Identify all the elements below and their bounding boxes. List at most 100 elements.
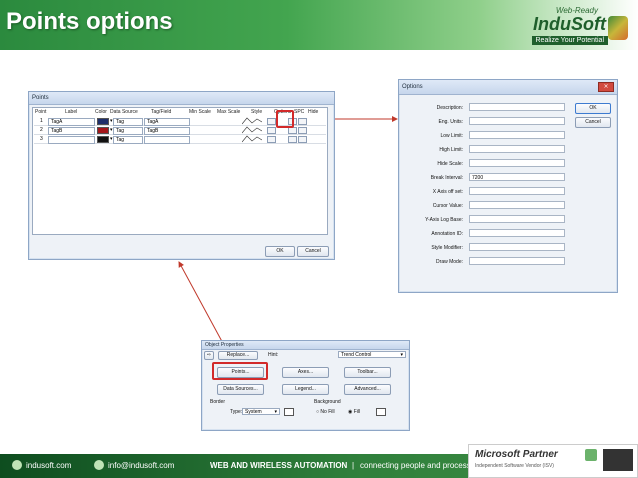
- col-data-source: Data Source: [110, 109, 138, 115]
- break-interval-field[interactable]: 7200: [469, 173, 565, 181]
- style-button[interactable]: [267, 118, 276, 125]
- source-value: Tag: [116, 137, 125, 143]
- object-type-value: Trend Control: [341, 352, 372, 358]
- points-ok-button[interactable]: OK: [265, 246, 295, 257]
- col-spc: SPC: [294, 109, 305, 115]
- border-group-label: Border: [210, 399, 226, 405]
- options-cancel-button[interactable]: Cancel: [575, 117, 611, 128]
- background-group-label: Background: [314, 399, 341, 405]
- legend-button[interactable]: Legend...: [282, 384, 329, 395]
- col-max-scale: Max Scale: [217, 109, 241, 115]
- border-color-swatch[interactable]: [284, 408, 294, 416]
- globe-icon: [12, 460, 22, 470]
- draw-mode-label: Draw Mode:: [436, 259, 463, 265]
- source-select[interactable]: Tag: [113, 136, 143, 144]
- no-fill-radio[interactable]: ○ No Fill: [316, 409, 335, 415]
- options-ok-button[interactable]: OK: [575, 103, 611, 114]
- hide-scale-field[interactable]: [469, 159, 565, 167]
- partner-sub: Independent Software Vendor (ISV): [475, 463, 554, 469]
- label-field[interactable]: [48, 136, 95, 144]
- x-axis-offset-field[interactable]: [469, 187, 565, 195]
- col-min-scale: Min Scale: [189, 109, 211, 115]
- options-button[interactable]: [288, 136, 297, 143]
- break-interval-label: Break Interval:: [430, 175, 463, 181]
- style-preview-icon[interactable]: [242, 117, 262, 125]
- fill-radio[interactable]: ◉ Fill: [348, 409, 360, 415]
- object-properties-window: Object Properties ⇨ Replace... Hint: Tre…: [201, 340, 410, 431]
- label-value: TagB: [51, 128, 63, 134]
- style-modifier-field[interactable]: [469, 243, 565, 251]
- col-tag-field: Tag/Field: [151, 109, 172, 115]
- replace-button[interactable]: Replace...: [218, 351, 258, 360]
- high-limit-label: High Limit:: [439, 147, 463, 153]
- points-button-highlight: [212, 362, 268, 380]
- cursor-value-label: Cursor Value:: [432, 203, 463, 209]
- tag-field-input[interactable]: TagA: [144, 118, 190, 126]
- annotation-id-field[interactable]: [469, 229, 565, 237]
- footer-tagline: WEB AND WIRELESS AUTOMATION: [210, 461, 348, 470]
- point-number: 3: [40, 136, 43, 142]
- tag-field-input[interactable]: [144, 136, 190, 144]
- partner-logo-icon: [585, 449, 597, 461]
- col-hide: Hide: [308, 109, 319, 115]
- tag-field-input[interactable]: TagB: [144, 127, 190, 135]
- slide-header: Points options Web-Ready InduSoft Realiz…: [0, 0, 638, 50]
- tag-field-value: TagB: [147, 128, 159, 134]
- spc-button[interactable]: [298, 118, 307, 125]
- table-row[interactable]: 3 ▾ Tag: [34, 135, 326, 144]
- label-value: TagA: [51, 119, 63, 125]
- label-field[interactable]: TagA: [48, 118, 95, 126]
- options-window: Options × Description: Eng. Units: Low L…: [398, 79, 618, 293]
- tag-field-value: [145, 137, 147, 143]
- source-select[interactable]: Tag: [113, 118, 143, 126]
- description-field[interactable]: [469, 103, 565, 111]
- spc-button[interactable]: [298, 127, 307, 134]
- points-window-title: Points: [29, 92, 334, 105]
- color-swatch[interactable]: [97, 127, 109, 134]
- style-button[interactable]: [267, 136, 276, 143]
- color-swatch[interactable]: [97, 118, 109, 125]
- style-preview-icon[interactable]: [242, 135, 262, 143]
- logo-slogan: Realize Your Potential: [531, 36, 608, 45]
- hint-label: Hint:: [268, 352, 279, 358]
- object-type-select[interactable]: Trend Control ▾: [338, 351, 406, 358]
- draw-mode-field[interactable]: [469, 257, 565, 265]
- eng-units-label: Eng. Units:: [438, 119, 463, 125]
- label-value: [49, 137, 51, 143]
- chevron-down-icon: ▾: [400, 352, 403, 358]
- spc-button[interactable]: [298, 136, 307, 143]
- advanced-button[interactable]: Advanced...: [344, 384, 391, 395]
- label-field[interactable]: TagB: [48, 127, 95, 135]
- border-type-label: Type:: [230, 409, 243, 415]
- source-select[interactable]: Tag: [113, 127, 143, 135]
- eng-units-field[interactable]: [469, 117, 565, 125]
- tag-field-value: TagA: [147, 119, 159, 125]
- source-value: Tag: [116, 128, 125, 134]
- points-cancel-button[interactable]: Cancel: [297, 246, 329, 257]
- low-limit-field[interactable]: [469, 131, 565, 139]
- footer-email: info@indusoft.com: [108, 461, 175, 470]
- style-preview-icon[interactable]: [242, 126, 262, 134]
- axes-button[interactable]: Axes...: [282, 367, 329, 378]
- background-color-swatch[interactable]: [376, 408, 386, 416]
- col-point: Point: [35, 109, 47, 115]
- chevron-down-icon: ▾: [274, 409, 277, 415]
- description-label: Description:: [436, 105, 463, 111]
- color-swatch[interactable]: [97, 136, 109, 143]
- cursor-value-field[interactable]: [469, 201, 565, 209]
- high-limit-field[interactable]: [469, 145, 565, 153]
- border-type-select[interactable]: System ▾: [242, 408, 280, 415]
- options-window-title: Options: [399, 80, 617, 95]
- data-sources-button[interactable]: Data Sources...: [217, 384, 264, 395]
- point-number: 2: [40, 127, 43, 133]
- col-style: Style: [251, 109, 263, 115]
- style-button[interactable]: [267, 127, 276, 134]
- close-icon[interactable]: ×: [598, 82, 614, 92]
- indusoft-logo: Web-Ready InduSoft Realize Your Potentia…: [508, 6, 628, 46]
- y-axis-log-base-field[interactable]: [469, 215, 565, 223]
- toolbar-button[interactable]: Toolbar...: [344, 367, 391, 378]
- options-button[interactable]: [288, 127, 297, 134]
- opc-logo-icon: [603, 449, 633, 471]
- pin-icon[interactable]: ⇨: [204, 351, 214, 360]
- hide-scale-label: Hide Scale:: [437, 161, 463, 167]
